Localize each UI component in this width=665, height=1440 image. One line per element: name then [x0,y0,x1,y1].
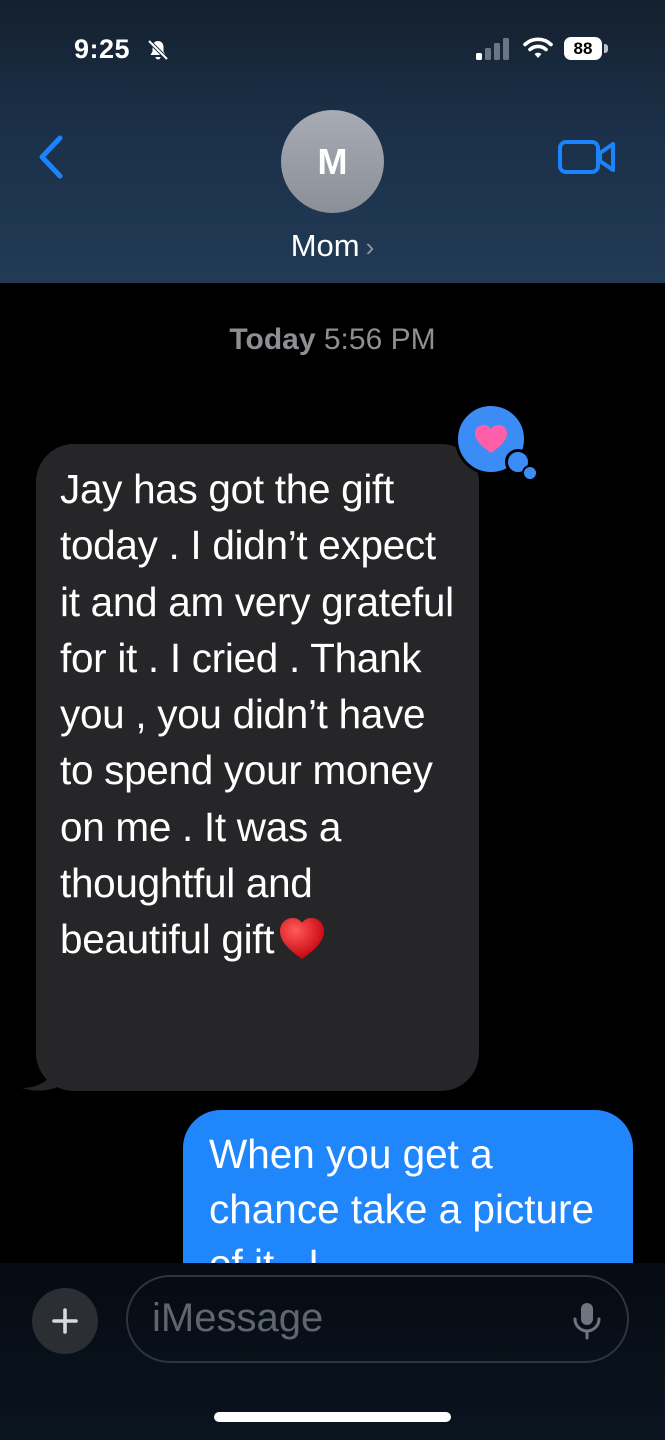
status-time: 9:25 [74,34,131,64]
chevron-right-icon: › [365,232,375,262]
home-indicator[interactable] [214,1412,451,1422]
wifi-icon [523,37,553,58]
cellular-signal-icon [476,38,509,60]
plus-button[interactable] [32,1288,98,1354]
battery-cap [604,44,608,53]
contact-name: Mom [290,228,360,263]
incoming-message: Jay has got the gift today . I didn’t ex… [60,461,460,968]
incoming-message-text: Jay has got the gift today . I didn’t ex… [60,466,454,963]
message-timestamp: Today 5:56 PM [0,323,665,357]
contact-avatar[interactable]: M [281,110,384,213]
contact-name-button[interactable]: Mom › [0,228,665,264]
bell-slash-icon [147,39,169,61]
heart-icon [475,425,507,453]
video-camera-icon[interactable] [557,138,617,176]
message-placeholder: iMessage [152,1296,324,1340]
battery-indicator: 88 [564,37,602,60]
plus-icon [52,1308,78,1334]
timestamp-time: 5:56 PM [323,323,436,356]
tapback-tail-dot-small [522,465,538,481]
timestamp-day: Today [229,323,316,356]
microphone-icon[interactable] [572,1302,602,1340]
chevron-left-icon[interactable] [34,132,66,182]
red-heart-emoji-icon [280,918,325,960]
